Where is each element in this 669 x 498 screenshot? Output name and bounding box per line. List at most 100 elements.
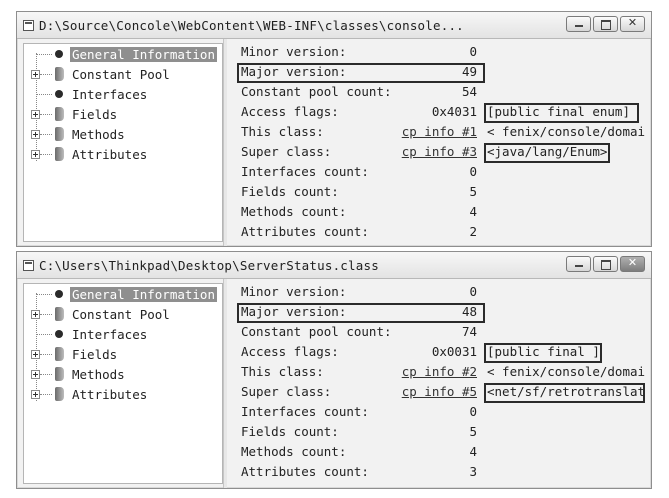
bullet-icon bbox=[55, 330, 63, 338]
field-label: Constant pool count: bbox=[241, 84, 392, 99]
cp-info-link[interactable]: cp info #3 bbox=[402, 144, 477, 159]
maximize-button[interactable] bbox=[593, 16, 618, 32]
info-row-fields-count: Fields count: 5 bbox=[233, 422, 647, 442]
folder-icon bbox=[55, 107, 64, 121]
tree-connector bbox=[40, 154, 52, 155]
field-label: Super class: bbox=[241, 144, 332, 159]
info-row-constant-pool-count: Constant pool count: 74 bbox=[233, 322, 647, 342]
folder-icon bbox=[55, 307, 64, 321]
tree-connector bbox=[37, 294, 52, 295]
field-value: 0 bbox=[469, 404, 477, 419]
tree-item-label: Fields bbox=[72, 346, 118, 362]
expand-icon[interactable] bbox=[31, 350, 40, 359]
tree-connector bbox=[40, 74, 52, 75]
tree-item-label: General Information bbox=[70, 286, 217, 302]
tree-connector bbox=[40, 354, 52, 355]
tree-item-label: Interfaces bbox=[72, 86, 148, 102]
field-label: Minor version: bbox=[241, 284, 347, 299]
cp-info-link[interactable]: cp info #5 bbox=[402, 384, 477, 399]
field-value: 4 bbox=[469, 444, 477, 459]
folder-icon bbox=[55, 387, 64, 401]
tree-item-general-information[interactable]: General Information bbox=[24, 285, 222, 303]
tree-connector bbox=[37, 334, 52, 335]
field-value: 0x0031 bbox=[431, 344, 477, 359]
field-label: Attributes count: bbox=[241, 464, 369, 479]
title-bar[interactable]: D:\Source\Concole\WebContent\WEB-INF\cla… bbox=[17, 12, 651, 39]
cp-info-link[interactable]: cp info #1 bbox=[402, 124, 477, 139]
tree-item-label: Fields bbox=[72, 106, 118, 122]
tree-item-label: Attributes bbox=[72, 386, 148, 402]
expand-icon[interactable] bbox=[31, 110, 40, 119]
bullet-icon bbox=[55, 290, 63, 298]
field-value: 4 bbox=[469, 204, 477, 219]
tree-connector bbox=[40, 374, 52, 375]
field-detail: < fenix/console/domai bbox=[487, 124, 646, 139]
field-label: Interfaces count: bbox=[241, 404, 369, 419]
highlight-super-class bbox=[484, 383, 645, 403]
field-value: 3 bbox=[469, 464, 477, 479]
highlight-access-flags bbox=[484, 343, 602, 363]
close-button[interactable] bbox=[620, 16, 645, 32]
tree-item-general-information[interactable]: General Information bbox=[24, 45, 222, 63]
tree-item-label: General Information bbox=[70, 46, 217, 62]
info-row-minor-version: Minor version: 0 bbox=[233, 282, 647, 302]
tree-item-label: Constant Pool bbox=[72, 66, 170, 82]
tree-item-attributes[interactable]: Attributes bbox=[24, 145, 222, 163]
general-information-panel: Minor version: 0 Major version: 49 Const… bbox=[233, 39, 647, 246]
panel-splitter[interactable] bbox=[223, 279, 227, 488]
info-row-fields-count: Fields count: 5 bbox=[233, 182, 647, 202]
tree-item-methods[interactable]: Methods bbox=[24, 365, 222, 383]
info-row-minor-version: Minor version: 0 bbox=[233, 42, 647, 62]
window-title: D:\Source\Concole\WebContent\WEB-INF\cla… bbox=[39, 17, 464, 33]
minimize-button[interactable] bbox=[566, 256, 591, 272]
tree-panel: General Information Constant Pool Interf… bbox=[23, 283, 223, 484]
info-row-interfaces-count: Interfaces count: 0 bbox=[233, 162, 647, 182]
close-button[interactable] bbox=[620, 256, 645, 272]
title-bar[interactable]: C:\Users\Thinkpad\Desktop\ServerStatus.c… bbox=[17, 252, 651, 279]
info-row-attributes-count: Attributes count: 2 bbox=[233, 222, 647, 242]
app-icon bbox=[23, 259, 34, 271]
field-detail: < fenix/console/domai bbox=[487, 364, 646, 379]
expand-icon[interactable] bbox=[31, 370, 40, 379]
expand-icon[interactable] bbox=[31, 130, 40, 139]
expand-icon[interactable] bbox=[31, 390, 40, 399]
general-information-panel: Minor version: 0 Major version: 48 Const… bbox=[233, 279, 647, 488]
class-viewer-window-1: D:\Source\Concole\WebContent\WEB-INF\cla… bbox=[16, 11, 652, 247]
tree-item-label: Interfaces bbox=[72, 326, 148, 342]
info-row-constant-pool-count: Constant pool count: 54 bbox=[233, 82, 647, 102]
field-label: Fields count: bbox=[241, 184, 339, 199]
expand-icon[interactable] bbox=[31, 150, 40, 159]
expand-icon[interactable] bbox=[31, 70, 40, 79]
maximize-button[interactable] bbox=[593, 256, 618, 272]
field-label: Access flags: bbox=[241, 104, 339, 119]
tree-item-methods[interactable]: Methods bbox=[24, 125, 222, 143]
tree-item-fields[interactable]: Fields bbox=[24, 345, 222, 363]
highlight-major-version bbox=[237, 303, 485, 323]
expand-icon[interactable] bbox=[31, 310, 40, 319]
field-label: Minor version: bbox=[241, 44, 347, 59]
field-label: Super class: bbox=[241, 384, 332, 399]
info-row-this-class: This class: cp info #1 < fenix/console/d… bbox=[233, 122, 647, 142]
field-label: Methods count: bbox=[241, 444, 347, 459]
info-row-attributes-count: Attributes count: 3 bbox=[233, 462, 647, 482]
field-value: 5 bbox=[469, 184, 477, 199]
tree-connector bbox=[40, 134, 52, 135]
tree-item-fields[interactable]: Fields bbox=[24, 105, 222, 123]
field-value: 0x4031 bbox=[431, 104, 477, 119]
cp-info-link[interactable]: cp info #2 bbox=[402, 364, 477, 379]
field-value: 54 bbox=[461, 84, 477, 99]
minimize-button[interactable] bbox=[566, 16, 591, 32]
panel-splitter[interactable] bbox=[223, 39, 227, 246]
tree-item-interfaces[interactable]: Interfaces bbox=[24, 325, 222, 343]
tree-item-constant-pool[interactable]: Constant Pool bbox=[24, 65, 222, 83]
tree-item-attributes[interactable]: Attributes bbox=[24, 385, 222, 403]
field-label: Constant pool count: bbox=[241, 324, 392, 339]
highlight-super-class bbox=[484, 143, 610, 163]
field-value: 0 bbox=[469, 44, 477, 59]
field-label: Fields count: bbox=[241, 424, 339, 439]
info-row-methods-count: Methods count: 4 bbox=[233, 442, 647, 462]
field-label: Access flags: bbox=[241, 344, 339, 359]
tree-item-constant-pool[interactable]: Constant Pool bbox=[24, 305, 222, 323]
tree-item-interfaces[interactable]: Interfaces bbox=[24, 85, 222, 103]
bullet-icon bbox=[55, 50, 63, 58]
